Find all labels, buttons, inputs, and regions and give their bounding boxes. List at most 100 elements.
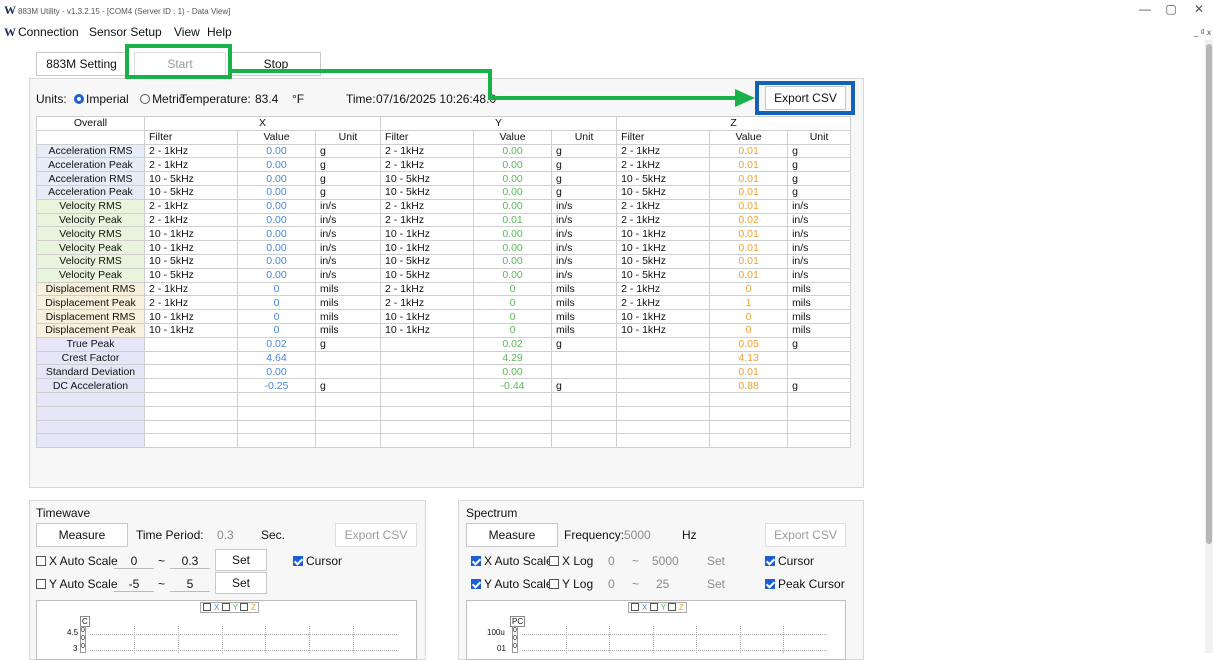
- unit-cell: g: [787, 378, 852, 393]
- filter-cell: [616, 405, 711, 421]
- spectrum-title: Spectrum: [466, 506, 518, 520]
- legend-x: X: [214, 603, 220, 612]
- timewave-y-set-button[interactable]: Set: [215, 572, 267, 594]
- spectrum-y-set-button[interactable]: Set: [707, 577, 725, 591]
- spectrum-y-log[interactable]: Y Log: [549, 577, 593, 591]
- unit-cell: in/s: [787, 240, 852, 255]
- table-row: Standard Deviation 0.00 0.00 0.01: [36, 364, 852, 380]
- timewave-y-max-input[interactable]: 5: [170, 576, 210, 592]
- filter-cell: 2 - 1kHz: [380, 143, 475, 159]
- timewave-x-auto-scale[interactable]: X Auto Scale: [36, 554, 118, 568]
- table-row: [36, 391, 852, 407]
- value-cell: 0.01: [709, 198, 789, 214]
- filter-cell: 10 - 1kHz: [616, 309, 711, 324]
- checkbox-checked-icon: [668, 603, 677, 611]
- value-cell: 0.00: [237, 212, 316, 228]
- minimize-icon[interactable]: —: [1135, 2, 1155, 18]
- filter-cell: [380, 433, 475, 449]
- value-cell: [237, 405, 316, 421]
- value-cell: 0.00: [473, 184, 553, 200]
- value-cell: 0.00: [473, 143, 553, 159]
- filter-cell: 2 - 1kHz: [616, 198, 711, 214]
- unit-cell: [787, 405, 852, 421]
- window-title: 883M Utility - v1.3.2.15 - [COM4 (Server…: [18, 7, 231, 16]
- timewave-x-set-button[interactable]: Set: [215, 549, 267, 571]
- value-cell: 0.00: [237, 226, 316, 242]
- timewave-legend[interactable]: X Y Z: [200, 602, 259, 613]
- 883m-setting-button[interactable]: 883M Setting: [36, 52, 127, 76]
- spectrum-measure-button[interactable]: Measure: [466, 523, 558, 547]
- value-cell: 0.02: [709, 212, 789, 228]
- spectrum-legend[interactable]: X Y Z: [628, 602, 687, 613]
- timewave-y-auto-scale[interactable]: Y Auto Scale: [36, 577, 118, 591]
- timewave-x-max-input[interactable]: 0.3: [170, 553, 210, 569]
- unit-cell: in/s: [551, 267, 618, 283]
- filter-cell: 2 - 1kHz: [616, 281, 711, 297]
- spectrum-peak-cursor-checkbox[interactable]: Peak Cursor: [765, 577, 845, 591]
- value-cell: 0: [473, 295, 553, 311]
- menu-sensor-setup[interactable]: Sensor Setup: [89, 25, 162, 39]
- gridline: [177, 626, 179, 653]
- x-log-label: X Log: [562, 554, 594, 568]
- spectrum-y-auto-scale[interactable]: Y Auto Scale: [471, 577, 553, 591]
- filter-cell: 10 - 5kHz: [380, 253, 475, 269]
- filter-cell: 10 - 5kHz: [380, 267, 475, 283]
- menu-help[interactable]: Help: [207, 25, 232, 39]
- value-cell: 0.00: [237, 364, 316, 380]
- unit-cell: mils: [314, 309, 382, 324]
- axis-y-header: Y: [380, 116, 618, 131]
- timewave-x-min-input[interactable]: 0: [114, 553, 154, 569]
- unit-cell: [551, 364, 618, 380]
- unit-cell: g: [551, 143, 618, 159]
- timewave-y-min-input[interactable]: -5: [114, 576, 154, 592]
- start-highlight-box: [125, 44, 232, 79]
- imperial-radio[interactable]: Imperial: [74, 92, 129, 106]
- value-cell: [709, 391, 789, 407]
- row-label: Acceleration Peak: [36, 184, 145, 200]
- spectrum-y-max-input[interactable]: 25: [656, 577, 669, 591]
- frequency-value[interactable]: 5000: [624, 528, 651, 542]
- spectrum-export-csv-button[interactable]: Export CSV: [765, 523, 846, 547]
- spectrum-x-max-input[interactable]: 5000: [652, 554, 679, 568]
- menu-connection[interactable]: Connection: [18, 25, 79, 39]
- unit-cell: g: [314, 184, 382, 200]
- spectrum-x-auto-scale[interactable]: X Auto Scale: [471, 554, 553, 568]
- value-cell: -0.25: [237, 378, 316, 393]
- value-cell: [709, 419, 789, 435]
- filter-cell: 2 - 1kHz: [616, 143, 711, 159]
- spectrum-y-min-input[interactable]: 0: [608, 577, 615, 591]
- table-row: Crest Factor 4.64 4.29 4.13: [36, 350, 852, 366]
- scrollbar-thumb[interactable]: [1206, 44, 1212, 544]
- value-cell: 4.13: [709, 350, 789, 366]
- spectrum-cursor-checkbox[interactable]: Cursor: [765, 554, 814, 568]
- value-cell: 0.01: [709, 184, 789, 200]
- filter-cell: [380, 378, 475, 393]
- value-cell: [473, 419, 553, 435]
- y-auto-scale-label: Y Auto Scale: [49, 577, 118, 591]
- timewave-cursor-checkbox[interactable]: Cursor: [293, 554, 342, 568]
- unit-cell: in/s: [314, 240, 382, 255]
- spectrum-x-set-button[interactable]: Set: [707, 554, 725, 568]
- time-period-value[interactable]: 0.3: [217, 528, 234, 542]
- value-cell: 0: [473, 309, 553, 324]
- value-cell: 0.00: [237, 171, 316, 186]
- mdi-controls[interactable]: _ ₫ x: [1194, 28, 1211, 37]
- spectrum-x-log[interactable]: X Log: [549, 554, 593, 568]
- axis-x-header: X: [143, 116, 382, 131]
- timewave-export-csv-button[interactable]: Export CSV: [335, 523, 417, 547]
- restore-icon[interactable]: ▢: [1161, 2, 1181, 18]
- unit-cell: g: [314, 143, 382, 159]
- metric-radio[interactable]: Metric: [140, 92, 185, 106]
- unit-cell: [551, 391, 618, 407]
- row-label: Velocity Peak: [36, 212, 145, 228]
- menu-view[interactable]: View: [174, 25, 200, 39]
- close-icon[interactable]: ✕: [1189, 2, 1209, 18]
- legend-z: Z: [251, 603, 256, 612]
- row-label: [36, 391, 145, 407]
- timewave-measure-button[interactable]: Measure: [36, 523, 128, 547]
- filter-cell: 10 - 5kHz: [616, 171, 711, 186]
- value-header: Value: [709, 129, 789, 145]
- table-row: Velocity Peak 10 - 5kHz 0.00 in/s 10 - 5kHz 0…: [36, 267, 852, 283]
- filter-cell: [144, 350, 238, 366]
- spectrum-x-min-input[interactable]: 0: [608, 554, 615, 568]
